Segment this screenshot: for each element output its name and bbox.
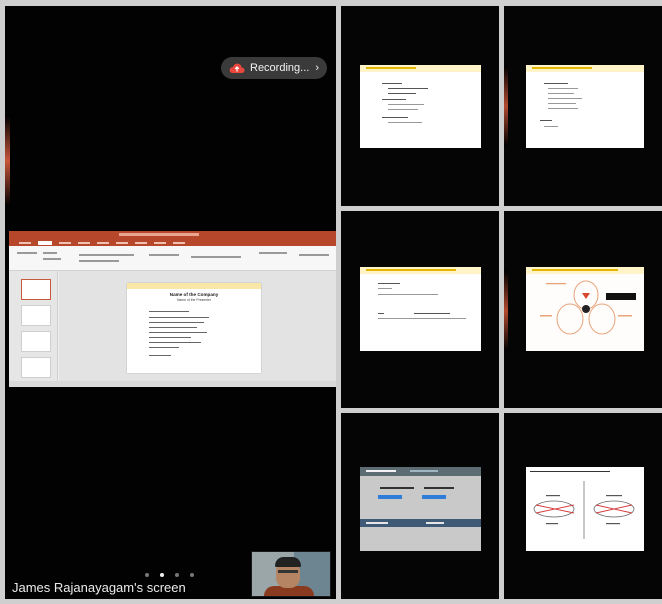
shared-slide-preview [360, 467, 481, 551]
cloud-upload-icon [229, 63, 245, 73]
shared-slide-preview [360, 65, 481, 148]
shared-slide-preview [526, 65, 644, 148]
page-dot[interactable] [190, 573, 194, 577]
page-dot-active[interactable] [160, 573, 164, 577]
page-dot[interactable] [145, 573, 149, 577]
slide-thumbnail [21, 279, 51, 300]
page-indicator [145, 573, 194, 577]
edge-glow [5, 116, 10, 206]
slide-canvas: Name of the Company Name of the Presente… [59, 271, 336, 381]
current-slide: Name of the Company Name of the Presente… [127, 283, 261, 373]
slide-title: Name of the Company [169, 292, 219, 297]
ribbon-toolbar [9, 246, 336, 271]
participant-tile-3[interactable] [341, 211, 499, 408]
shared-slide-preview [526, 267, 644, 351]
shared-powerpoint-window: Name of the Company Name of the Presente… [9, 231, 336, 387]
page-dot[interactable] [175, 573, 179, 577]
shared-slide-preview [360, 267, 481, 351]
slide-subtitle: Name of the Presenter [176, 298, 212, 302]
participant-tile-1[interactable] [341, 6, 499, 206]
participant-tile-4[interactable] [504, 211, 662, 408]
recording-label: Recording... [250, 62, 310, 74]
recording-indicator[interactable]: Recording... › [221, 57, 327, 79]
shared-slide-preview [526, 467, 644, 551]
diagram [533, 481, 635, 539]
shared-screen-panel[interactable]: Recording... › Name of the Company Name … [5, 6, 336, 599]
participant-tile-6[interactable] [504, 413, 662, 599]
window-title-bar [9, 231, 336, 240]
slide-thumbnail-pane [9, 271, 58, 381]
participant-tile-2[interactable] [504, 6, 662, 206]
slide-thumbnail [21, 305, 51, 326]
chevron-right-icon[interactable]: › [315, 62, 319, 74]
slide-thumbnail [21, 331, 51, 352]
status-bar [9, 381, 336, 387]
participant-tile-5[interactable] [341, 413, 499, 599]
self-video-thumbnail[interactable] [251, 551, 331, 597]
shared-screen-label: James Rajanayagam's screen [12, 580, 186, 595]
slide-thumbnail [21, 357, 51, 378]
diagram [540, 280, 636, 335]
